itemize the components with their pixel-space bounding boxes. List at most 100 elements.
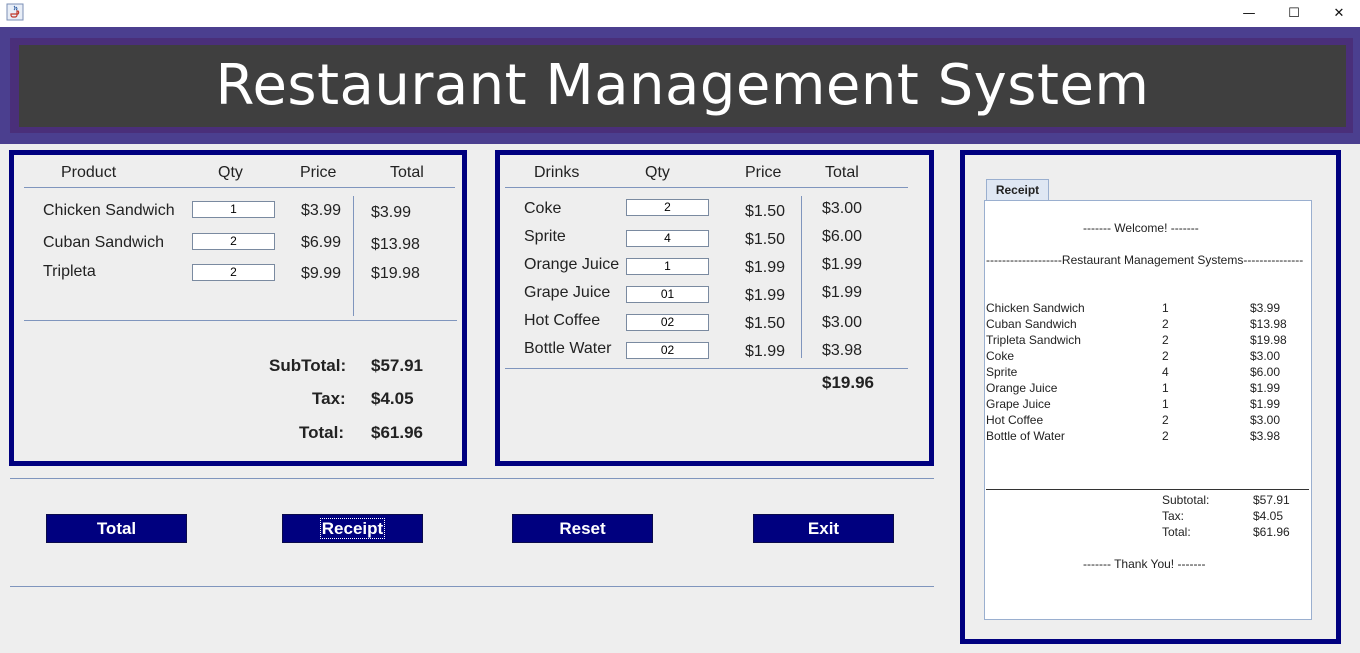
- subtotal-label: SubTotal:: [269, 356, 347, 375]
- drinks-header-qty: Qty: [645, 164, 670, 181]
- button-row-bottom-divider: [10, 586, 934, 587]
- receipt-line-price: $3.98: [1250, 429, 1281, 443]
- receipt-line-qty: 2: [1162, 413, 1169, 427]
- drink-qty-input[interactable]: 02: [626, 342, 709, 359]
- receipt-line-name: Hot Coffee: [986, 413, 1044, 427]
- food-qty-input[interactable]: 1: [192, 201, 275, 218]
- food-header-qty: Qty: [218, 164, 243, 181]
- receipt-line-qty: 2: [1162, 317, 1169, 331]
- drink-item-price: $1.50: [745, 315, 786, 332]
- drinks-header-product: Drinks: [534, 164, 580, 181]
- receipt-line-qty: 2: [1162, 333, 1169, 347]
- receipt-subtotal-label: Subtotal:: [1162, 493, 1210, 507]
- receipt-line-name: Chicken Sandwich: [986, 301, 1085, 315]
- drink-qty-input[interactable]: 1: [626, 258, 709, 275]
- drinks-header-divider: [505, 187, 908, 188]
- drink-item-total: $3.00: [822, 200, 863, 217]
- drink-item-price: $1.99: [745, 259, 786, 276]
- food-item-name: Tripleta: [43, 263, 96, 280]
- receipt-line-price: $3.00: [1250, 413, 1281, 427]
- receipt-divider: [986, 489, 1309, 490]
- receipt-line-price: $3.00: [1250, 349, 1281, 363]
- receipt-line-price: $3.99: [1250, 301, 1281, 315]
- food-panel: [9, 150, 467, 466]
- drink-item-name: Sprite: [524, 228, 566, 245]
- food-qty-input[interactable]: 2: [192, 264, 275, 281]
- receipt-line-qty: 1: [1162, 301, 1169, 315]
- drink-item-name: Bottle Water: [524, 340, 612, 357]
- total-value: $61.96: [371, 423, 423, 442]
- drinks-grand-total: $19.96: [822, 373, 874, 392]
- minimize-icon: —: [1242, 6, 1256, 21]
- receipt-total-label: Total:: [1162, 525, 1191, 539]
- drink-qty-input[interactable]: 2: [626, 199, 709, 216]
- receipt-line-qty: 2: [1162, 349, 1169, 363]
- receipt-line-price: $6.00: [1250, 365, 1281, 379]
- maximize-button[interactable]: ☐: [1271, 0, 1317, 27]
- food-item-total: $3.99: [371, 204, 412, 221]
- receipt-button[interactable]: Receipt: [282, 514, 423, 543]
- receipt-line-qty: 1: [1162, 381, 1169, 395]
- food-item-name: Chicken Sandwich: [43, 202, 175, 219]
- receipt-line-name: Tripleta Sandwich: [986, 333, 1081, 347]
- receipt-line-price: $1.99: [1250, 397, 1281, 411]
- food-item-total: $13.98: [371, 236, 420, 253]
- drink-item-total: $3.00: [822, 314, 863, 331]
- receipt-button-label: Receipt: [319, 518, 386, 539]
- drinks-column-divider: [801, 196, 802, 358]
- receipt-line-price: $13.98: [1250, 317, 1287, 331]
- close-button[interactable]: ✕: [1316, 0, 1360, 27]
- total-label: Total:: [299, 423, 345, 442]
- food-item-total: $19.98: [371, 265, 420, 282]
- drink-qty-input[interactable]: 4: [626, 230, 709, 247]
- receipt-line-qty: 2: [1162, 429, 1169, 443]
- receipt-line-name: Grape Juice: [986, 397, 1051, 411]
- drink-item-total: $6.00: [822, 228, 863, 245]
- receipt-line-name: Sprite: [986, 365, 1018, 379]
- drink-item-name: Coke: [524, 200, 562, 217]
- total-button[interactable]: Total: [46, 514, 187, 543]
- minimize-button[interactable]: —: [1226, 0, 1272, 27]
- window-title-bar: [0, 0, 1360, 27]
- reset-button[interactable]: Reset: [512, 514, 653, 543]
- app-title: Restaurant Management System: [215, 53, 1150, 118]
- receipt-welcome: ------- Welcome! -------: [1083, 221, 1199, 235]
- receipt-line-qty: 4: [1162, 365, 1169, 379]
- drink-item-name: Hot Coffee: [524, 312, 601, 329]
- food-summary-divider: [24, 320, 457, 321]
- drink-qty-input[interactable]: 01: [626, 286, 709, 303]
- drinks-total-divider: [505, 368, 908, 369]
- java-icon[interactable]: [6, 3, 24, 21]
- receipt-line-qty: 1: [1162, 397, 1169, 411]
- food-qty-input[interactable]: 2: [192, 233, 275, 250]
- drink-item-price: $1.99: [745, 343, 786, 360]
- receipt-tax-value: $4.05: [1253, 509, 1284, 523]
- receipt-thanks: ------- Thank You! -------: [1083, 557, 1206, 571]
- receipt-line-name: Coke: [986, 349, 1015, 363]
- drink-item-price: $1.50: [745, 231, 786, 248]
- exit-button[interactable]: Exit: [753, 514, 894, 543]
- receipt-banner: -------------------Restaurant Management…: [986, 253, 1304, 267]
- drink-item-price: $1.50: [745, 203, 786, 220]
- tab-receipt[interactable]: Receipt: [986, 179, 1049, 201]
- drinks-header-price: Price: [745, 164, 782, 181]
- food-item-price: $3.99: [301, 202, 342, 219]
- receipt-line-name: Cuban Sandwich: [986, 317, 1077, 331]
- receipt-line-name: Orange Juice: [986, 381, 1058, 395]
- receipt-line-price: $19.98: [1250, 333, 1287, 347]
- food-column-divider: [353, 196, 354, 316]
- food-item-price: $6.99: [301, 234, 342, 251]
- food-header-product: Product: [61, 164, 117, 181]
- tax-label: Tax:: [312, 389, 346, 408]
- food-item-price: $9.99: [301, 265, 342, 282]
- drink-item-total: $1.99: [822, 256, 863, 273]
- drink-qty-input[interactable]: 02: [626, 314, 709, 331]
- drink-item-name: Orange Juice: [524, 256, 620, 273]
- drink-item-total: $1.99: [822, 284, 863, 301]
- food-header-divider: [24, 187, 455, 188]
- receipt-line-price: $1.99: [1250, 381, 1281, 395]
- receipt-subtotal-value: $57.91: [1253, 493, 1290, 507]
- button-row-top-divider: [10, 478, 934, 479]
- drinks-panel: [495, 150, 934, 466]
- receipt-total-value: $61.96: [1253, 525, 1290, 539]
